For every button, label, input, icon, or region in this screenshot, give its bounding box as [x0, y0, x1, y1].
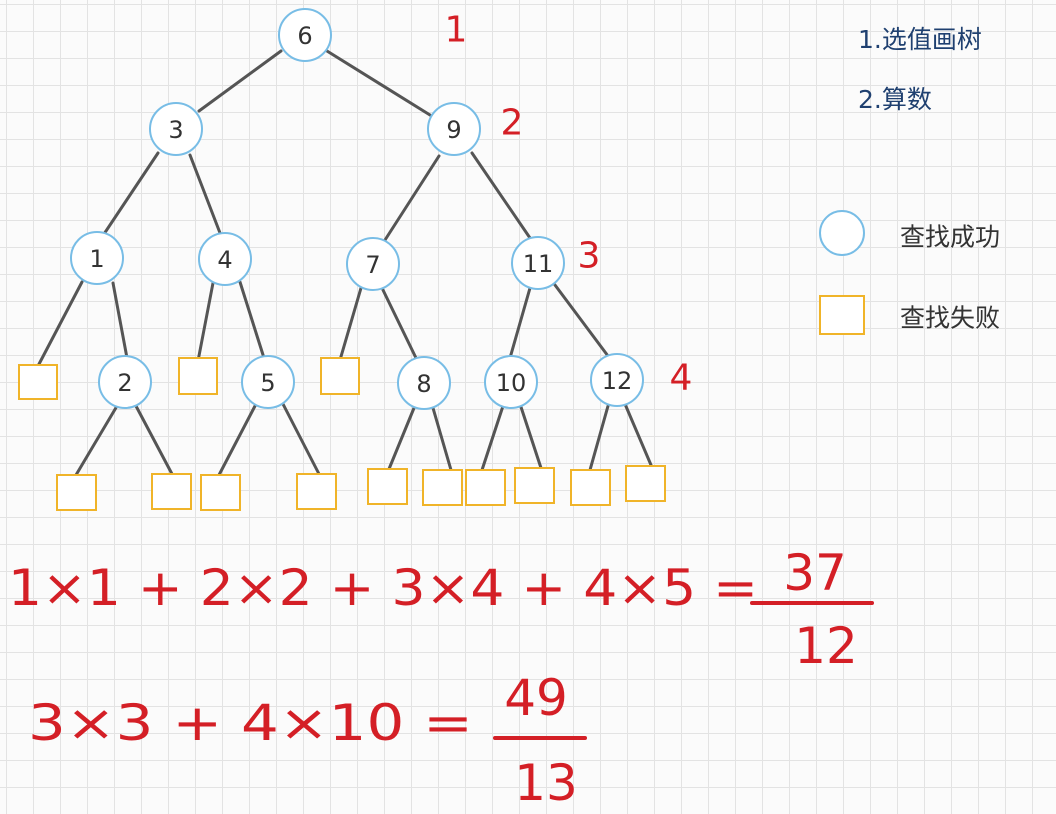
node-7-label: 7 [365, 251, 380, 279]
node-12: 12 [590, 353, 644, 407]
node-6-label: 6 [297, 22, 312, 50]
level-label-1: 1 [445, 10, 468, 51]
steps-list: 1.选值画树 2.算数 [858, 25, 982, 114]
edge-11-12 [553, 283, 610, 358]
node-8-label: 8 [416, 370, 431, 398]
edge-7-8 [381, 288, 418, 360]
edge-4-fail [196, 281, 215, 363]
edge-5-fail-right [281, 402, 321, 476]
node-3: 3 [149, 102, 203, 156]
failure-box [625, 465, 666, 502]
bst-diagram: 6 3 9 1 4 7 11 2 5 8 10 12 1 2 3 4 1.选值画… [8, 8, 1000, 812]
edge-9-11 [470, 151, 532, 240]
node-5-label: 5 [260, 369, 275, 397]
node-9: 9 [427, 102, 481, 156]
edge-1-fail [36, 280, 84, 368]
edge-10-fail-right [519, 405, 543, 470]
legend: 查找成功 查找失败 [819, 210, 1000, 335]
node-9-label: 9 [446, 116, 461, 144]
formula-failure-denominator: 13 [514, 754, 578, 812]
failure-box [18, 364, 58, 400]
level-label-2: 2 [501, 103, 524, 144]
node-4: 4 [198, 232, 252, 286]
formula-success-numerator: 37 [783, 544, 847, 602]
edge-5-fail-left [217, 404, 257, 477]
edge-9-7 [383, 154, 441, 242]
legend-failure-icon [819, 295, 865, 335]
edge-10-fail-left [480, 404, 505, 472]
formula-failure-expression: 3×3 + 4×10 = [28, 694, 473, 752]
step-1: 1.选值画树 [858, 25, 982, 54]
level-label-3: 3 [578, 236, 601, 277]
node-4-label: 4 [217, 246, 232, 274]
failure-box [465, 469, 506, 506]
failure-box [178, 357, 218, 395]
failure-box [514, 467, 555, 504]
node-10-label: 10 [496, 369, 527, 397]
node-2-label: 2 [117, 369, 132, 397]
failure-box [422, 469, 463, 506]
edge-3-4 [188, 153, 222, 235]
legend-success-label: 查找成功 [900, 223, 1000, 252]
node-11: 11 [511, 236, 565, 290]
failure-box [56, 474, 97, 511]
edge-4-5 [238, 280, 266, 360]
edge-8-fail-right [431, 406, 453, 472]
step-2: 2.算数 [858, 85, 932, 114]
node-7: 7 [346, 237, 400, 291]
failure-box [367, 468, 408, 505]
level-labels: 1 2 3 4 [445, 10, 693, 399]
edge-2-fail-right [134, 404, 174, 476]
failure-box [320, 357, 360, 395]
formula-success-expression: 1×1 + 2×2 + 3×4 + 4×5 = [8, 559, 758, 617]
edge-6-9 [325, 49, 432, 117]
formula-failure-numerator: 49 [504, 669, 568, 727]
legend-failure-label: 查找失败 [900, 304, 1000, 333]
legend-success-icon [819, 210, 865, 256]
edge-11-10 [508, 286, 532, 360]
node-5: 5 [241, 355, 295, 409]
formula-failure: 3×3 + 4×10 = 49 13 [28, 669, 587, 812]
edge-6-3 [197, 49, 283, 113]
failure-box [151, 473, 192, 510]
formula-success-denominator: 12 [794, 617, 858, 675]
node-2: 2 [98, 355, 152, 409]
edge-12-fail-right [623, 402, 653, 467]
level-label-4: 4 [670, 358, 693, 399]
node-12-label: 12 [602, 367, 633, 395]
edge-1-2 [111, 281, 129, 360]
edge-12-fail-left [588, 404, 610, 472]
node-8: 8 [397, 356, 451, 410]
node-3-label: 3 [168, 116, 183, 144]
node-1-label: 1 [89, 245, 104, 273]
edge-2-fail-left [74, 404, 119, 477]
edge-3-1 [102, 151, 160, 236]
node-6: 6 [278, 8, 332, 62]
formula-success: 1×1 + 2×2 + 3×4 + 4×5 = 37 12 [8, 544, 874, 675]
node-10: 10 [484, 355, 538, 409]
failure-box [570, 469, 611, 506]
node-1: 1 [70, 231, 124, 285]
edge-8-fail-left [387, 406, 416, 471]
failure-box [200, 474, 241, 511]
node-11-label: 11 [523, 250, 554, 278]
edge-7-fail [338, 286, 363, 362]
failure-box [296, 473, 337, 510]
